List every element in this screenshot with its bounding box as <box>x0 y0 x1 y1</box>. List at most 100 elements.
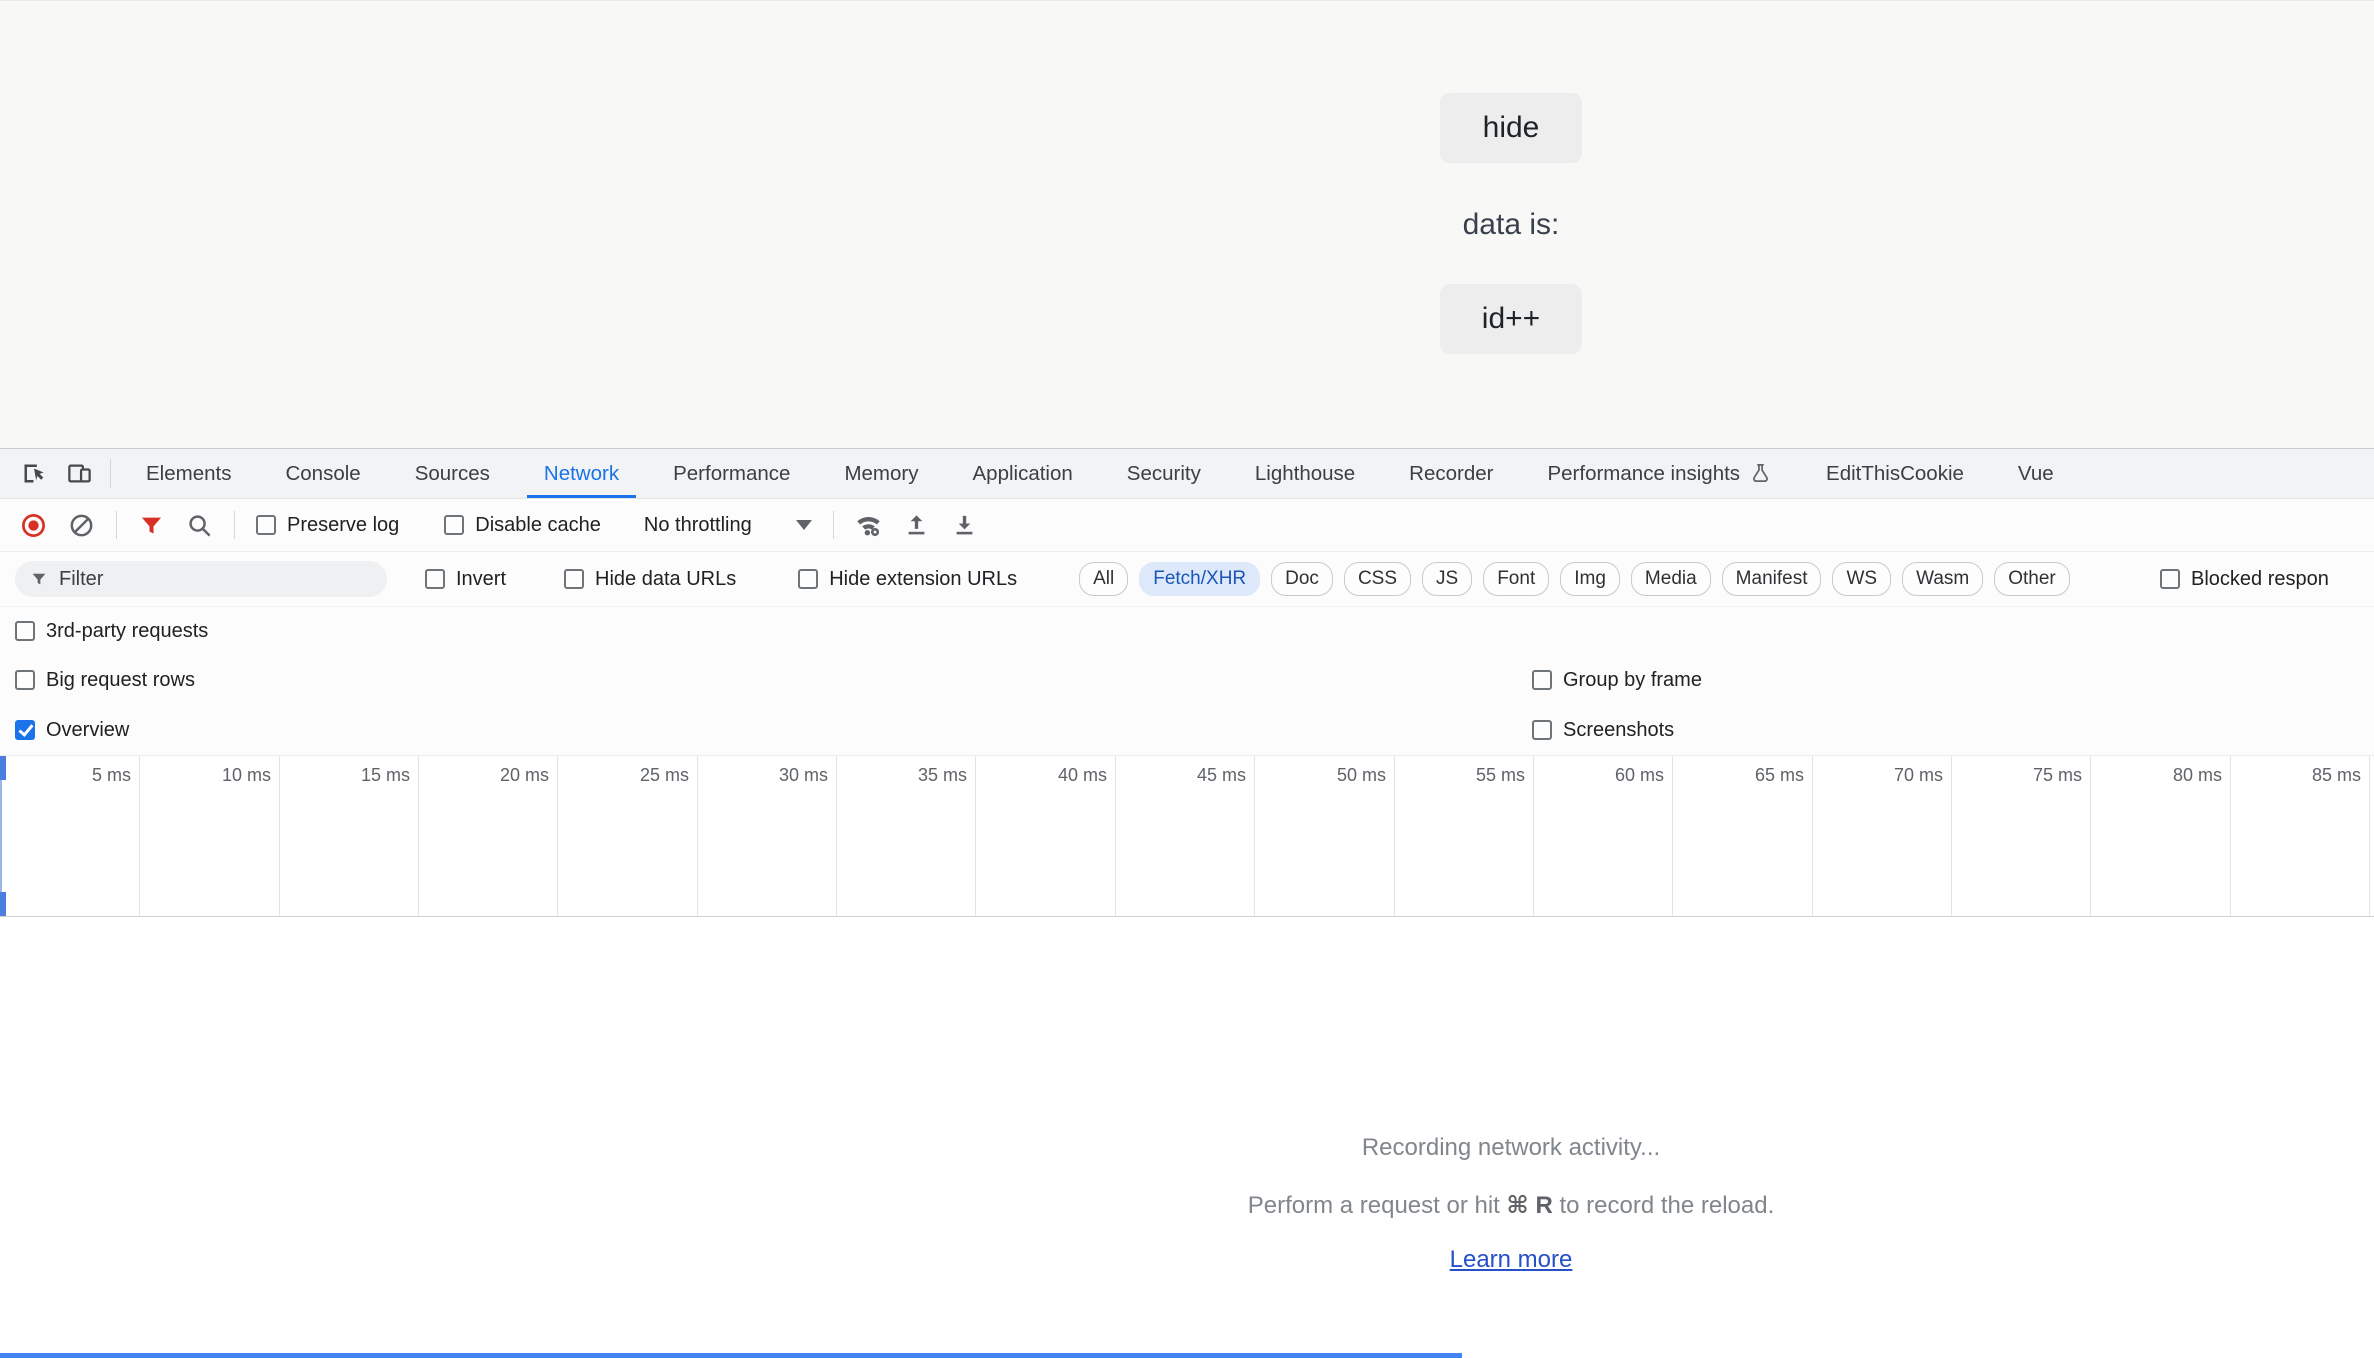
third-party-requests-checkbox[interactable]: 3rd-party requests <box>15 620 208 643</box>
devtools-tab-bar: Elements Console Sources Network Performance… <box>0 449 2374 499</box>
timeline-tick-label: 60 ms <box>1614 765 1664 785</box>
overview-checkbox[interactable]: Overview <box>15 719 129 742</box>
tab-performance[interactable]: Performance <box>646 449 817 498</box>
learn-more-link[interactable]: Learn more <box>1450 1246 1573 1274</box>
timeline-tick-label: 40 ms <box>1057 765 1107 785</box>
hide-data-urls-checkbox[interactable]: Hide data URLs <box>564 568 736 591</box>
filter-pill-img[interactable]: Img <box>1560 562 1620 596</box>
checkbox-box <box>564 569 585 589</box>
network-overview-timeline[interactable]: 5 ms 10 ms 15 ms 20 ms 25 ms 30 ms 35 ms 40 ms 4… <box>0 755 2374 917</box>
dropdown-caret-icon <box>795 520 812 530</box>
filter-pill-media[interactable]: Media <box>1630 562 1711 596</box>
separator <box>116 511 117 539</box>
blocked-response-label: Blocked respon <box>2191 567 2329 590</box>
overview-label: Overview <box>46 718 130 741</box>
tab-memory[interactable]: Memory <box>817 449 945 498</box>
import-har-icon[interactable] <box>903 512 930 539</box>
filter-pill-css[interactable]: CSS <box>1343 562 1412 596</box>
disable-cache-label: Disable cache <box>475 513 601 536</box>
blocked-response-cookies-checkbox[interactable]: Blocked respon <box>2160 552 2329 606</box>
throttling-select[interactable]: No throttling <box>644 514 812 537</box>
tab-label: Memory <box>844 461 919 485</box>
tab-editthiscookie[interactable]: EditThisCookie <box>1799 449 1991 498</box>
invert-checkbox[interactable]: Invert <box>425 568 506 591</box>
tab-lighthouse[interactable]: Lighthouse <box>1228 449 1382 498</box>
group-by-frame-checkbox[interactable]: Group by frame <box>1532 669 1702 692</box>
timeline-tick-label: 80 ms <box>2172 765 2222 785</box>
inspect-element-icon[interactable] <box>10 449 56 498</box>
timeline-tick-label: 65 ms <box>1754 765 1804 785</box>
filter-pill-manifest[interactable]: Manifest <box>1721 562 1822 596</box>
selection-handle-top[interactable] <box>0 756 6 780</box>
timeline-tick-label: 25 ms <box>639 765 689 785</box>
screenshots-checkbox[interactable]: Screenshots <box>1532 719 1674 742</box>
disable-cache-checkbox[interactable]: Disable cache <box>444 514 601 537</box>
recording-status-text: Recording network activity... <box>1361 1134 1661 1161</box>
increment-id-button[interactable]: id++ <box>1440 284 1582 354</box>
screenshots-label: Screenshots <box>1563 718 1675 741</box>
network-conditions-icon[interactable] <box>855 512 882 539</box>
selection-handle-bottom[interactable] <box>0 892 6 916</box>
experiment-icon <box>1753 464 1768 483</box>
device-toolbar-icon[interactable] <box>56 449 102 498</box>
checkbox-box <box>798 569 819 589</box>
checkbox-box <box>256 515 276 535</box>
timeline-tick-label: 85 ms <box>2311 765 2361 785</box>
tab-vue[interactable]: Vue <box>1991 449 2081 498</box>
tab-sources[interactable]: Sources <box>388 449 517 498</box>
filter-input-icon <box>32 573 46 585</box>
hide-extension-urls-checkbox[interactable]: Hide extension URLs <box>798 568 1017 591</box>
tab-label: Performance insights <box>1547 461 1741 485</box>
data-is-label: data is: <box>1462 208 1560 241</box>
filter-pill-wasm[interactable]: Wasm <box>1902 562 1984 596</box>
tab-console[interactable]: Console <box>258 449 387 498</box>
hide-extension-urls-label: Hide extension URLs <box>829 567 1018 590</box>
tab-security[interactable]: Security <box>1100 449 1228 498</box>
tab-recorder[interactable]: Recorder <box>1382 449 1520 498</box>
clear-button[interactable] <box>68 512 95 539</box>
third-party-requests-label: 3rd-party requests <box>46 619 209 642</box>
filter-pill-doc[interactable]: Doc <box>1271 562 1333 596</box>
resource-type-filters: All Fetch/XHR Doc CSS JS Font Img Media Manifest… <box>1079 562 2070 596</box>
filter-input[interactable]: Filter <box>15 561 387 597</box>
tab-label: Recorder <box>1409 461 1494 485</box>
filter-pill-js[interactable]: JS <box>1422 562 1473 596</box>
big-request-rows-label: Big request rows <box>46 668 195 691</box>
hide-button[interactable]: hide <box>1440 93 1582 163</box>
invert-label: Invert <box>456 567 507 590</box>
filter-pill-other[interactable]: Other <box>1994 562 2070 596</box>
filter-pill-ws[interactable]: WS <box>1832 562 1892 596</box>
preserve-log-checkbox[interactable]: Preserve log <box>256 514 399 537</box>
checkbox-box <box>444 515 465 535</box>
devtools-tabs: Elements Console Sources Network Performance… <box>119 449 2081 498</box>
tab-label: Console <box>285 461 361 485</box>
filter-pill-fetch-xhr[interactable]: Fetch/XHR <box>1139 562 1261 596</box>
checkbox-box <box>1532 670 1552 690</box>
third-party-row: 3rd-party requests <box>0 607 2374 655</box>
tab-label: Sources <box>414 461 490 485</box>
tab-application[interactable]: Application <box>946 449 1100 498</box>
filter-toggle-button[interactable] <box>138 512 165 539</box>
tab-network[interactable]: Network <box>517 449 646 498</box>
checkbox-box <box>15 621 35 641</box>
separator <box>110 459 111 488</box>
export-har-icon[interactable] <box>951 512 978 539</box>
request-list-area <box>0 917 2374 1358</box>
tab-label: Security <box>1126 461 1201 485</box>
checkbox-box <box>1532 720 1552 740</box>
big-request-rows-checkbox[interactable]: Big request rows <box>15 669 195 692</box>
timeline-tick-label: 55 ms <box>1475 765 1525 785</box>
cmd-r-shortcut: ⌘ R <box>1506 1192 1553 1219</box>
timeline-tick-label: 50 ms <box>1336 765 1386 785</box>
tab-elements[interactable]: Elements <box>119 449 258 498</box>
separator <box>234 511 235 539</box>
bottom-selection-indicator <box>0 1353 1462 1358</box>
filter-pill-all[interactable]: All <box>1079 562 1129 596</box>
tab-performance-insights[interactable]: Performance insights <box>1520 449 1799 498</box>
search-button[interactable] <box>186 512 213 539</box>
record-button[interactable] <box>20 512 47 539</box>
devtools-panel: Elements Console Sources Network Performance… <box>0 448 2374 1358</box>
filter-bar: Filter Invert Hide data URLs Hide extens… <box>0 552 2374 607</box>
filter-pill-font[interactable]: Font <box>1483 562 1550 596</box>
timeline-tick-label: 20 ms <box>499 765 549 785</box>
